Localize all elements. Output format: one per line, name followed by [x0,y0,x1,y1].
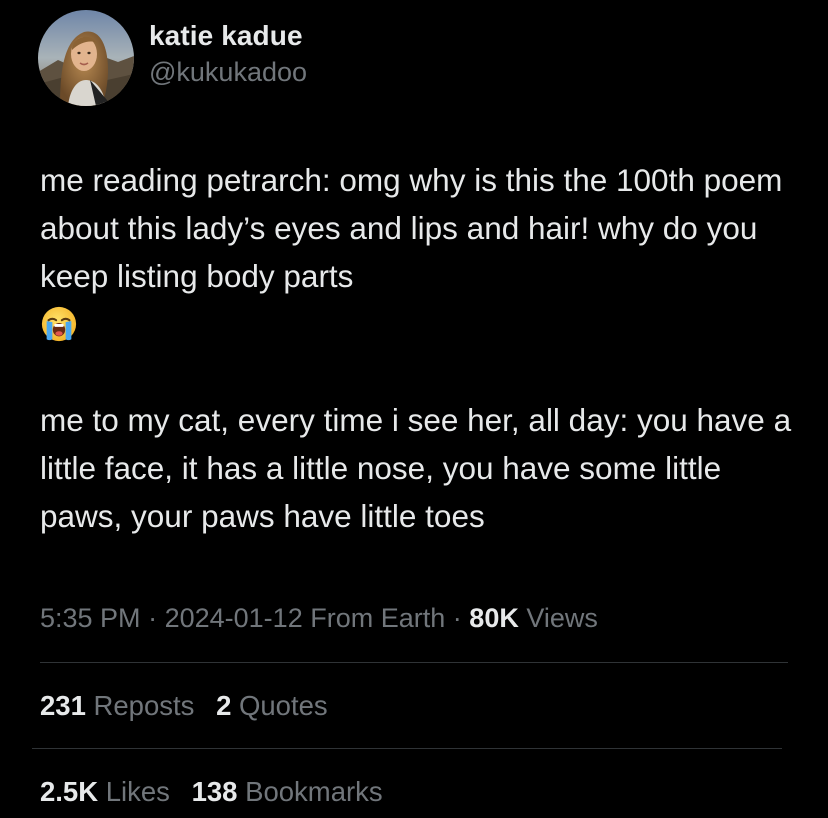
tweet-date[interactable]: 2024-01-12 [165,603,303,633]
bookmarks-label: Bookmarks [245,776,383,807]
tweet-source: From Earth [310,603,446,633]
bookmarks-count: 138 [191,776,238,807]
likes-count: 2.5K [40,776,99,807]
tweet: katie kadue @kukukadoo me reading petrar… [0,0,828,818]
tweet-header: katie kadue @kukukadoo [38,10,307,106]
tweet-body: me reading petrarch: omg why is this the… [40,156,800,540]
quotes-stat[interactable]: 2 Quotes [216,686,328,726]
reposts-count: 231 [40,690,86,721]
author-handle[interactable]: @kukukadoo [149,54,307,90]
reposts-label: Reposts [93,690,195,721]
divider [40,662,788,663]
author-display-name[interactable]: katie kadue [149,18,307,54]
reposts-stat[interactable]: 231 Reposts [40,686,194,726]
loudly-crying-face-icon [41,306,77,342]
engagement-row-2: 2.5K Likes 138 Bookmarks [40,772,397,812]
likes-label: Likes [105,776,170,807]
tweet-paragraph-1: me reading petrarch: omg why is this the… [40,162,783,294]
tweet-paragraph-2: me to my cat, every time i see her, all … [40,402,792,534]
meta-separator: · [452,603,462,633]
meta-separator: · [148,603,158,633]
likes-stat[interactable]: 2.5K Likes [40,772,170,812]
author-names: katie kadue @kukukadoo [149,10,307,90]
quotes-label: Quotes [239,690,328,721]
views-count: 80K [469,603,519,633]
views-label: Views [526,603,598,633]
bookmarks-stat[interactable]: 138 Bookmarks [192,772,383,812]
emoji-line [40,300,800,348]
quotes-count: 2 [216,690,232,721]
avatar[interactable] [38,10,134,106]
profile-photo-icon [38,10,134,106]
tweet-meta: 5:35 PM · 2024-01-12 From Earth · 80K Vi… [40,598,598,638]
engagement-row-1: 231 Reposts 2 Quotes [40,686,342,726]
divider [32,748,782,749]
tweet-time[interactable]: 5:35 PM [40,603,141,633]
